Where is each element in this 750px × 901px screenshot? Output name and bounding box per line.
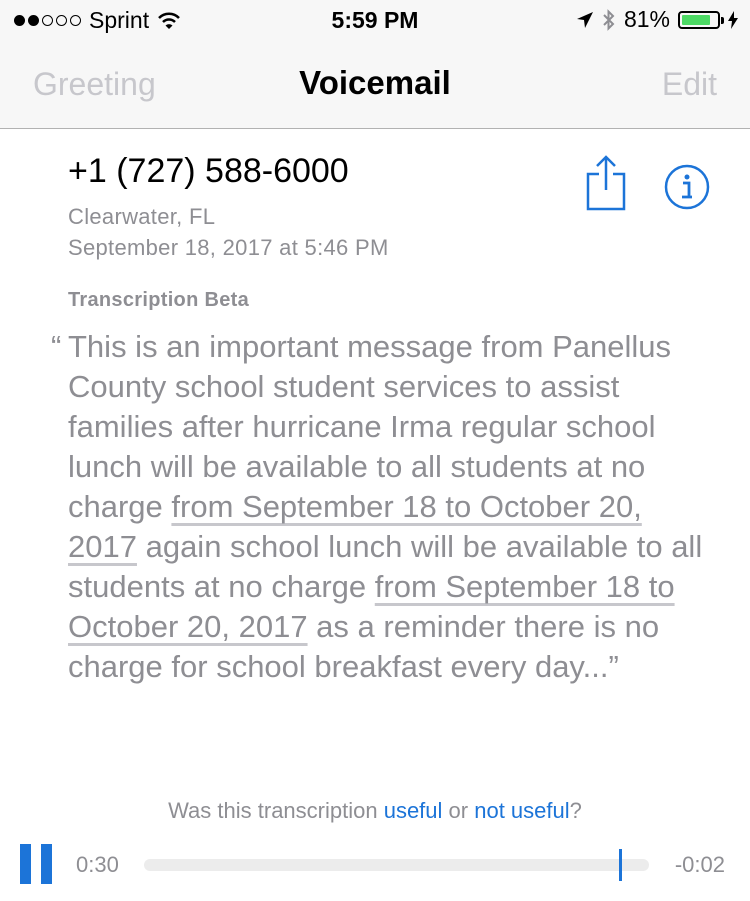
voicemail-date: September 18, 2017 at 5:46 PM — [68, 235, 389, 260]
share-icon[interactable] — [584, 154, 628, 212]
transcription-text: “This is an important message from Panel… — [51, 327, 708, 687]
elapsed-time: 0:30 — [76, 852, 119, 877]
useful-link[interactable]: useful — [384, 798, 443, 823]
pause-icon — [20, 844, 31, 884]
transcription-label: Transcription Beta — [68, 289, 249, 311]
feedback-suffix: ? — [569, 798, 582, 823]
info-icon[interactable] — [664, 164, 710, 210]
remaining-time: -0:02 — [674, 852, 725, 877]
edit-button[interactable]: Edit — [662, 66, 717, 103]
feedback-prefix: Was this transcription — [168, 798, 384, 823]
scrubber-handle[interactable] — [619, 849, 622, 881]
page-title: Voicemail — [299, 64, 451, 101]
battery-percent: 81% — [623, 6, 670, 32]
bluetooth-icon — [603, 8, 615, 31]
navigation-bar: Greeting Voicemail Edit — [0, 40, 750, 129]
status-bar: Sprint 5:59 PM 81% — [0, 0, 750, 40]
pause-button[interactable] — [20, 844, 52, 884]
location-arrow-icon — [576, 11, 593, 28]
transcription-feedback: Was this transcription useful or not use… — [0, 798, 750, 824]
battery-icon — [678, 10, 724, 29]
feedback-middle: or — [442, 798, 475, 823]
playback-scrubber[interactable] — [144, 859, 649, 871]
caller-location: Clearwater, FL — [68, 204, 216, 229]
open-quote: “ — [51, 329, 62, 364]
not-useful-link[interactable]: not useful — [474, 798, 569, 823]
charging-bolt-icon — [728, 10, 738, 29]
caller-phone-number: +1 (727) 588-6000 — [68, 152, 349, 190]
